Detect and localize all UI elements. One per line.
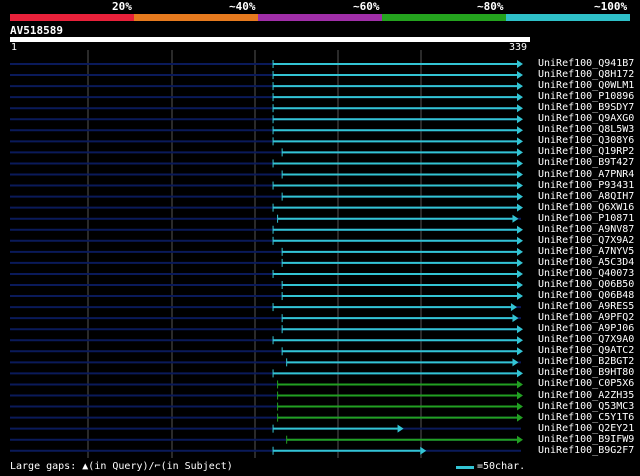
hit-label[interactable]: UniRef100_Q9AXG0 xyxy=(538,113,634,124)
hit-label[interactable]: UniRef100_Q40073 xyxy=(538,268,634,279)
hit-end-arrow xyxy=(517,181,523,190)
hit-end-arrow xyxy=(517,236,523,245)
scale-legend-bar xyxy=(456,466,474,469)
hit-end-arrow xyxy=(517,391,523,400)
hit-end-arrow xyxy=(517,126,523,135)
hit-label[interactable]: UniRef100_A5C3D4 xyxy=(538,257,634,268)
hit-end-arrow xyxy=(517,170,523,179)
hit-end-arrow xyxy=(517,93,523,102)
hit-label[interactable]: UniRef100_C5Y1T6 xyxy=(538,412,634,423)
hit-label[interactable]: UniRef100_Q9ATC2 xyxy=(538,345,634,356)
hit-label[interactable]: UniRef100_C0P5X6 xyxy=(538,378,634,389)
hit-label[interactable]: UniRef100_A9PJ06 xyxy=(538,323,634,334)
hit-end-arrow xyxy=(517,159,523,168)
hit-end-arrow xyxy=(420,446,427,455)
hit-label[interactable]: UniRef100_Q308Y6 xyxy=(538,135,634,146)
hit-label[interactable]: UniRef100_B9IFW9 xyxy=(538,434,634,445)
hit-end-arrow xyxy=(517,347,523,356)
hit-end-arrow xyxy=(517,292,523,301)
hit-label[interactable]: UniRef100_B2BGT2 xyxy=(538,356,634,367)
hit-end-arrow xyxy=(517,203,523,212)
hit-end-arrow xyxy=(517,225,523,234)
hit-label[interactable]: UniRef100_Q06B48 xyxy=(538,290,634,301)
hit-label[interactable]: UniRef100_A9PFQ2 xyxy=(538,312,634,323)
hit-end-arrow xyxy=(517,137,523,146)
hit-end-arrow xyxy=(517,104,523,113)
hit-label[interactable]: UniRef100_A7NYV5 xyxy=(538,246,634,257)
hit-label[interactable]: UniRef100_A9NV87 xyxy=(538,224,634,235)
hit-end-arrow xyxy=(517,60,523,68)
hit-label[interactable]: UniRef100_Q53MC3 xyxy=(538,401,634,412)
scale-legend-text: =50char. xyxy=(477,461,526,472)
hit-label[interactable]: UniRef100_A7PNR4 xyxy=(538,169,634,180)
hit-label[interactable]: UniRef100_P10871 xyxy=(538,213,634,224)
hit-label[interactable]: UniRef100_B9HT80 xyxy=(538,367,634,378)
hit-label[interactable]: UniRef100_Q8H172 xyxy=(538,69,634,80)
hit-end-arrow xyxy=(517,435,523,444)
hit-end-arrow xyxy=(517,380,523,389)
hit-end-arrow xyxy=(517,82,523,91)
hit-label[interactable]: UniRef100_A2ZH35 xyxy=(538,390,634,401)
hit-end-arrow xyxy=(512,214,519,223)
hit-end-arrow xyxy=(517,269,523,278)
hit-label[interactable]: UniRef100_P10896 xyxy=(538,91,634,102)
hit-label[interactable]: UniRef100_Q19RP2 xyxy=(538,146,634,157)
hit-label[interactable]: UniRef100_Q6XW16 xyxy=(538,202,634,213)
hit-end-arrow xyxy=(510,303,517,312)
hit-end-arrow xyxy=(512,358,519,367)
hit-label[interactable]: UniRef100_A9RES5 xyxy=(538,301,634,312)
hit-end-arrow xyxy=(517,325,523,334)
hit-end-arrow xyxy=(517,71,523,80)
hit-label[interactable]: UniRef100_P93431 xyxy=(538,180,634,191)
hit-end-arrow xyxy=(517,402,523,411)
hit-label[interactable]: UniRef100_Q06B50 xyxy=(538,279,634,290)
hit-end-arrow xyxy=(517,192,523,201)
hit-end-arrow xyxy=(517,258,523,267)
gaps-legend: Large gaps: ▲(in Query)/⌐(in Subject) xyxy=(10,461,233,472)
hit-label[interactable]: UniRef100_Q0WLM1 xyxy=(538,80,634,91)
hit-end-arrow xyxy=(517,115,523,124)
hit-label[interactable]: UniRef100_Q2EY21 xyxy=(538,423,634,434)
hit-label[interactable]: UniRef100_B9SDY7 xyxy=(538,102,634,113)
subject-gap-text: (in Subject) xyxy=(160,461,233,472)
hit-end-arrow xyxy=(512,314,519,323)
hit-end-arrow xyxy=(517,148,523,157)
query-gap-text: (in Query)/ xyxy=(88,461,155,472)
hit-end-arrow xyxy=(397,424,404,433)
hit-end-arrow xyxy=(517,281,523,289)
gaps-label: Large gaps: xyxy=(10,461,77,472)
hit-end-arrow xyxy=(517,413,523,422)
hit-label[interactable]: UniRef100_A8QIH7 xyxy=(538,191,634,202)
hit-end-arrow xyxy=(517,247,523,256)
hit-label[interactable]: UniRef100_B9T427 xyxy=(538,157,634,168)
hit-end-arrow xyxy=(517,369,523,378)
hit-label[interactable]: UniRef100_B9G2F7 xyxy=(538,445,634,456)
hit-label[interactable]: UniRef100_Q8L5W3 xyxy=(538,124,634,135)
hit-label[interactable]: UniRef100_Q7X9A2 xyxy=(538,235,634,246)
hit-end-arrow xyxy=(517,336,523,345)
hit-label[interactable]: UniRef100_Q7X9A0 xyxy=(538,334,634,345)
hit-label[interactable]: UniRef100_Q941B7 xyxy=(538,58,634,69)
